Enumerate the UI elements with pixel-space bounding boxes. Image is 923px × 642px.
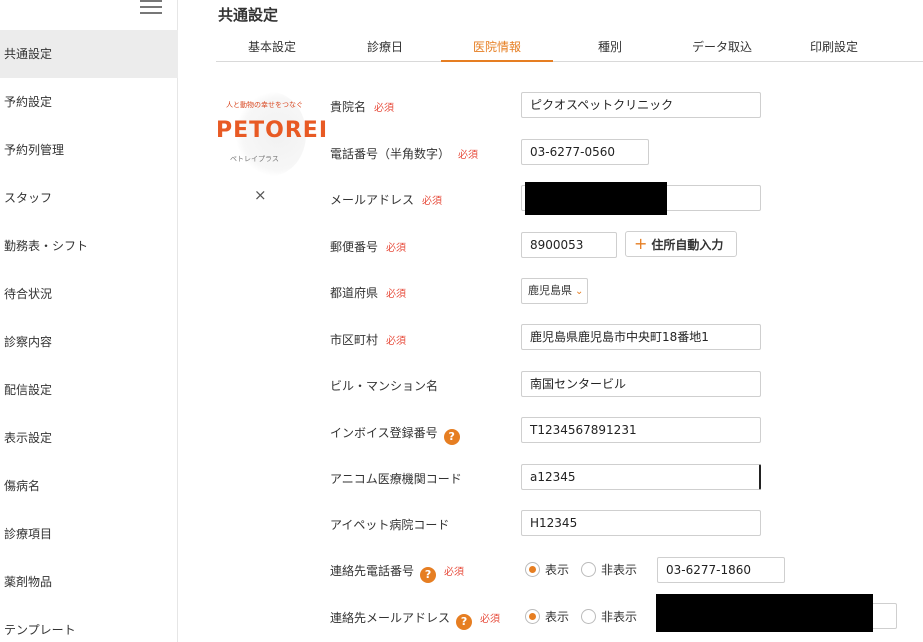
required-badge: 必須	[374, 103, 395, 114]
redaction-block	[656, 594, 873, 632]
logo-top-text: 人と動物の幸せをつなぐ	[226, 101, 303, 109]
sidebar-item-delivery[interactable]: 配信設定	[0, 366, 178, 414]
building-field[interactable]: 南国センタービル	[521, 371, 761, 397]
phone-field[interactable]: 03-6277-0560	[521, 139, 649, 165]
radio-selected-icon	[525, 609, 540, 624]
tab-basic-settings[interactable]: 基本設定	[216, 36, 328, 62]
ipet-label: アイペット病院コード	[330, 518, 450, 532]
clinic-name-label: 貴院名 必須	[330, 100, 395, 114]
required-badge: 必須	[386, 243, 407, 254]
ipet-code-field[interactable]: H12345	[521, 510, 761, 536]
sidebar: 共通設定 予約設定 予約列管理 スタッフ 勤務表・シフト 待合状況 診察内容 配…	[0, 0, 178, 642]
page-title: 共通設定	[218, 6, 279, 24]
contact-email-show-radio[interactable]: 表示	[525, 608, 569, 628]
sidebar-item-staff[interactable]: スタッフ	[0, 174, 178, 222]
menu-icon[interactable]	[140, 0, 162, 14]
sidebar-item-waiting[interactable]: 待合状況	[0, 270, 178, 318]
contact-phone-show-radio[interactable]: 表示	[525, 561, 569, 581]
auto-address-button[interactable]: + 住所自動入力	[625, 231, 737, 257]
contact-phone-field[interactable]: 03-6277-1860	[657, 557, 785, 583]
prefecture-label: 都道府県 必須	[330, 286, 407, 300]
tab-species[interactable]: 種別	[554, 36, 666, 62]
postal-field[interactable]: 8900053	[521, 232, 617, 258]
plus-icon: +	[634, 234, 648, 253]
chevron-down-icon: ⌄	[575, 286, 584, 297]
remove-logo-icon[interactable]: ×	[254, 186, 267, 204]
sidebar-item-reservation-columns[interactable]: 予約列管理	[0, 126, 178, 174]
tab-clinic-days[interactable]: 診療日	[329, 36, 441, 62]
city-label: 市区町村 必須	[330, 333, 407, 347]
required-badge: 必須	[444, 567, 465, 578]
email-label: メールアドレス 必須	[330, 193, 443, 207]
help-icon[interactable]: ?	[443, 429, 460, 445]
redaction-block	[525, 182, 667, 215]
clinic-logo: 人と動物の幸せをつなぐ PETOREI ペトレイプラス	[216, 92, 327, 176]
invoice-field[interactable]: T1234567891231	[521, 417, 761, 443]
contact-email-hide-radio[interactable]: 非表示	[581, 608, 637, 628]
help-icon[interactable]: ?	[420, 567, 437, 583]
radio-unselected-icon	[581, 562, 596, 577]
anicom-label: アニコム医療機関コード	[330, 472, 462, 486]
sidebar-item-diseases[interactable]: 傷病名	[0, 462, 178, 510]
sidebar-item-medicines[interactable]: 薬剤物品	[0, 558, 178, 606]
help-icon[interactable]: ?	[456, 614, 473, 630]
contact-phone-label: 連絡先電話番号? 必須	[330, 564, 465, 583]
tab-data-import[interactable]: データ取込	[666, 36, 778, 62]
anicom-code-field[interactable]: a12345	[521, 464, 761, 490]
sidebar-item-templates[interactable]: テンプレート	[0, 606, 178, 642]
radio-unselected-icon	[581, 609, 596, 624]
required-badge: 必須	[480, 614, 501, 625]
sidebar-item-consultation[interactable]: 診察内容	[0, 318, 178, 366]
sidebar-item-reservation-settings[interactable]: 予約設定	[0, 78, 178, 126]
invoice-label: インボイス登録番号?	[330, 424, 460, 445]
prefecture-select[interactable]: 鹿児島県 ⌄	[521, 278, 588, 304]
postal-label: 郵便番号 必須	[330, 240, 407, 254]
sidebar-item-treatment-items[interactable]: 診療項目	[0, 510, 178, 558]
sidebar-item-common-settings[interactable]: 共通設定	[0, 30, 178, 78]
contact-phone-hide-radio[interactable]: 非表示	[581, 561, 637, 581]
phone-label: 電話番号（半角数字） 必須	[330, 147, 479, 161]
city-field[interactable]: 鹿児島県鹿児島市中央町18番地1	[521, 324, 761, 350]
tab-print-settings[interactable]: 印刷設定	[778, 36, 890, 62]
tab-clinic-info[interactable]: 医院情報	[441, 36, 553, 62]
tab-bar: 基本設定 診療日 医院情報 種別 データ取込 印刷設定	[216, 36, 923, 62]
clinic-name-field[interactable]: ピクオスペットクリニック	[521, 92, 761, 118]
logo-sub-text: ペトレイプラス	[230, 155, 279, 163]
required-badge: 必須	[422, 196, 443, 207]
logo-wordmark: PETOREI	[216, 118, 329, 143]
required-badge: 必須	[386, 289, 407, 300]
contact-email-label: 連絡先メールアドレス? 必須	[330, 611, 501, 630]
sidebar-item-shift[interactable]: 勤務表・シフト	[0, 222, 178, 270]
building-label: ビル・マンション名	[330, 379, 439, 393]
radio-selected-icon	[525, 562, 540, 577]
sidebar-item-display[interactable]: 表示設定	[0, 414, 178, 462]
required-badge: 必須	[386, 336, 407, 347]
required-badge: 必須	[458, 150, 479, 161]
